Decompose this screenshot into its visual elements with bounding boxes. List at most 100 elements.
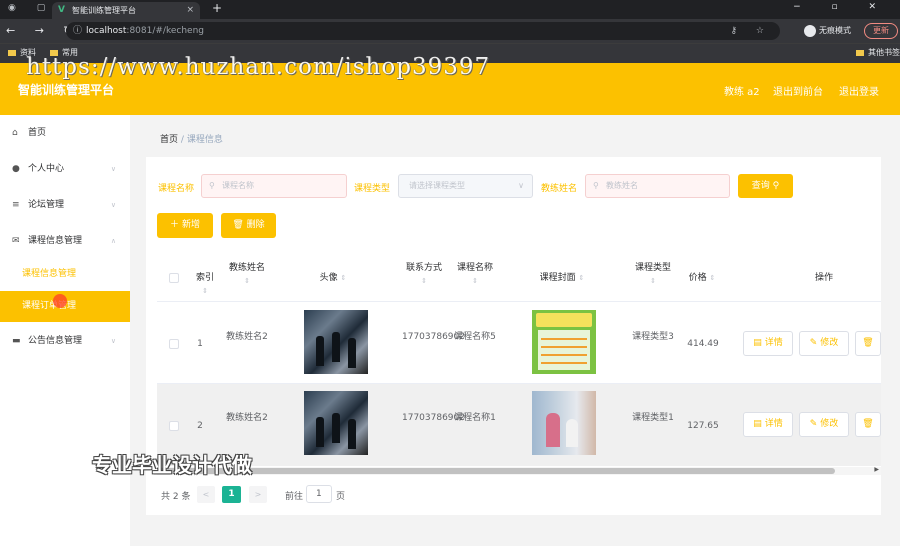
delete-row-button[interactable]: 🗑: [855, 331, 881, 356]
row-index: 2: [197, 421, 203, 431]
delete-button[interactable]: 🗑 删除: [221, 213, 276, 238]
sidebar-item-profile[interactable]: ● 个人中心 ∨: [0, 154, 130, 184]
column-header-course-type[interactable]: 课程类型 ⇕: [631, 262, 675, 288]
new-tab-button[interactable]: +: [212, 1, 222, 15]
breadcrumb-separator: /: [180, 135, 184, 145]
other-bookmarks[interactable]: 其他书签: [856, 47, 900, 59]
column-header-coach[interactable]: 教练姓名 ⇕: [225, 262, 269, 288]
row-coach-name: 教练姓名2: [226, 413, 268, 423]
coach-name-label: 教练姓名: [541, 184, 578, 194]
trash-icon: 🗑: [862, 419, 874, 429]
row-price: 127.65: [687, 421, 719, 431]
current-user: 教练 a2: [724, 87, 760, 98]
select-all-checkbox[interactable]: [169, 273, 179, 283]
site-info-icon[interactable]: ⓘ: [73, 22, 82, 40]
search-button[interactable]: 查询 ⚲: [738, 174, 793, 198]
scrollbar-thumb[interactable]: [159, 468, 835, 474]
navigation-bar: ← → ↻ ⓘ localhost:8081/#/kecheng ⚷ ☆ 无痕模…: [0, 19, 900, 43]
edit-button[interactable]: ✎ 修改: [799, 331, 849, 356]
home-icon: ⌂: [12, 128, 18, 138]
logout-link[interactable]: 退出登录: [839, 83, 879, 98]
column-header-price[interactable]: 价格 ⇕: [685, 272, 719, 285]
chevron-down-icon: ∨: [518, 181, 524, 190]
row-phone: 17703786902: [402, 413, 465, 423]
sidebar-item-home[interactable]: ⌂ 首页: [0, 118, 130, 148]
column-header-index[interactable]: 索引 ⇕: [193, 272, 217, 298]
chevron-down-icon: ∨: [110, 201, 116, 209]
goto-page-input[interactable]: 1: [306, 485, 332, 503]
course-type-label: 课程类型: [354, 184, 391, 194]
row-course-type: 课程类型3: [632, 332, 674, 342]
window-controls[interactable]: − ▫ ✕: [793, 2, 890, 12]
search-icon: ⚲: [772, 181, 780, 191]
address-bar-icons[interactable]: ⚷ ☆: [730, 22, 772, 40]
mouse-cursor-icon: [53, 294, 67, 308]
detail-icon: ▤: [753, 419, 762, 429]
row-course-name: 课程名称5: [454, 332, 496, 342]
course-type-select[interactable]: 请选择课程类型 ∨: [398, 174, 533, 198]
next-page-button[interactable]: >: [249, 486, 267, 503]
tab-title: 智能训练管理平台: [72, 6, 136, 15]
back-to-frontend-link[interactable]: 退出到前台: [773, 83, 823, 98]
search-icon: ⚲: [209, 181, 215, 190]
prev-page-button[interactable]: <: [197, 486, 215, 503]
trash-icon: 🗑: [232, 220, 244, 230]
sidebar-item-notice[interactable]: ▬ 公告信息管理 ∨: [0, 326, 130, 356]
detail-button[interactable]: ▤ 详情: [743, 331, 793, 356]
column-header-avatar[interactable]: 头像 ⇕: [305, 272, 361, 285]
row-course-name: 课程名称1: [454, 413, 496, 423]
row-checkbox[interactable]: [169, 339, 179, 349]
chevron-up-icon: ∧: [110, 237, 116, 245]
folder-icon: [8, 49, 16, 56]
delete-row-button[interactable]: 🗑: [855, 412, 881, 437]
course-name-input[interactable]: ⚲ 课程名称: [201, 174, 347, 198]
sidebar-item-course[interactable]: ✉ 课程信息管理 ∧: [0, 226, 130, 256]
tab-strip-icons[interactable]: ◉ ▢: [8, 3, 54, 13]
row-price: 414.49: [687, 339, 719, 349]
page-number-current[interactable]: 1: [222, 486, 241, 503]
column-header-course-name[interactable]: 课程名称 ⇕: [453, 262, 497, 288]
tab-close-icon[interactable]: ×: [186, 2, 194, 19]
sort-icon: ⇕: [472, 277, 478, 285]
course-name-label: 课程名称: [158, 184, 195, 194]
sort-icon: ⇕: [421, 277, 427, 285]
chevron-down-icon: ∨: [110, 165, 116, 173]
add-button[interactable]: ＋ 新增: [157, 213, 213, 238]
course-cover-image: [532, 391, 596, 455]
coach-avatar-image: [304, 391, 368, 455]
brand-title: 智能训练管理平台: [18, 83, 115, 97]
breadcrumb-home[interactable]: 首页: [160, 135, 178, 145]
incognito-profile[interactable]: 无痕模式: [804, 24, 851, 38]
detail-button[interactable]: ▤ 详情: [743, 412, 793, 437]
row-checkbox[interactable]: [169, 421, 179, 431]
sort-icon: ⇕: [340, 274, 347, 282]
sort-icon: ⇕: [578, 274, 585, 282]
row-course-type: 课程类型1: [632, 413, 674, 423]
table-horizontal-scrollbar[interactable]: ▶: [157, 466, 881, 475]
breadcrumb: 首页 / 课程信息: [160, 132, 223, 145]
column-header-cover[interactable]: 课程封面 ⇕: [530, 272, 594, 285]
update-button[interactable]: 更新: [864, 23, 898, 39]
card-icon: ▬: [12, 336, 21, 346]
address-bar[interactable]: ⓘ localhost:8081/#/kecheng ⚷ ☆: [66, 22, 780, 40]
mail-icon: ✉: [12, 236, 20, 246]
page-suffix-label: 页: [336, 492, 346, 502]
sidebar-subitem-course-info[interactable]: 课程信息管理: [0, 259, 130, 290]
column-header-phone[interactable]: 联系方式 ⇕: [402, 262, 446, 288]
edit-button[interactable]: ✎ 修改: [799, 412, 849, 437]
sort-icon: ⇕: [650, 277, 656, 285]
tab-bar: ◉ ▢ V 智能训练管理平台 × + − ▫ ✕: [0, 0, 900, 19]
edit-icon: ✎: [809, 419, 818, 429]
trash-icon: 🗑: [862, 338, 874, 348]
scroll-right-icon[interactable]: ▶: [874, 466, 879, 473]
coach-avatar-image: [304, 310, 368, 374]
sidebar-item-forum[interactable]: ≡ 论坛管理 ∨: [0, 190, 130, 220]
plus-icon: ＋: [170, 220, 180, 230]
coach-name-input[interactable]: ⚲ 教练姓名: [585, 174, 730, 198]
url-path: :8081/#/kecheng: [126, 26, 204, 36]
folder-icon: [856, 49, 864, 56]
edit-icon: ✎: [809, 338, 818, 348]
detail-icon: ▤: [753, 338, 762, 348]
browser-tab[interactable]: V 智能训练管理平台 ×: [52, 2, 200, 19]
vue-logo-icon: V: [58, 5, 65, 15]
